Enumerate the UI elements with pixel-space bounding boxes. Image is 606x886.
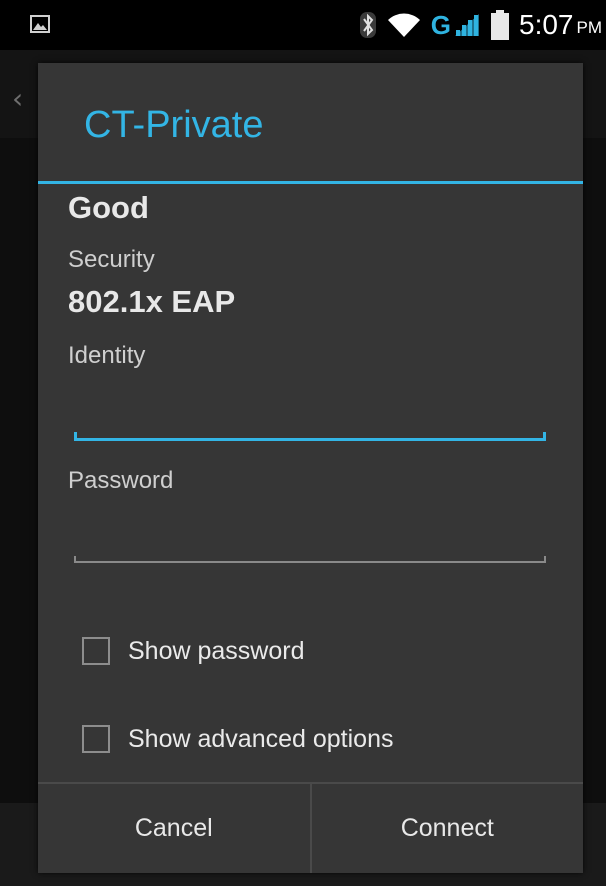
gallery-icon xyxy=(30,15,50,33)
screen: G 5:07 PM ‹ CT-Private Good Security 802… xyxy=(0,0,606,886)
signal-icon xyxy=(453,12,481,38)
clock-ampm: PM xyxy=(576,18,603,37)
network-type: G xyxy=(430,10,451,40)
cancel-button[interactable]: Cancel xyxy=(38,784,310,873)
signal-strength-value: Good xyxy=(68,190,149,225)
show-advanced-option[interactable]: Show advanced options xyxy=(82,721,393,757)
status-icons: G 5:07 PM xyxy=(349,0,602,50)
security-label: Security xyxy=(68,246,155,273)
dialog-button-bar: Cancel Connect xyxy=(38,782,583,873)
wifi-connect-dialog: CT-Private Good Security 802.1x EAP Iden… xyxy=(38,63,583,873)
show-password-checkbox[interactable] xyxy=(82,637,110,665)
show-advanced-checkbox[interactable] xyxy=(82,725,110,753)
password-label: Password xyxy=(68,467,174,494)
password-input[interactable] xyxy=(74,523,546,563)
show-advanced-label: Show advanced options xyxy=(128,724,394,753)
identity-input[interactable] xyxy=(74,398,546,438)
show-password-label: Show password xyxy=(128,636,305,665)
wifi-icon xyxy=(387,12,421,38)
battery-icon xyxy=(491,10,509,40)
back-chevron-icon: ‹ xyxy=(12,82,24,115)
clock-time: 5:07 xyxy=(519,9,574,40)
status-bar: G 5:07 PM xyxy=(0,0,606,50)
title-divider xyxy=(38,181,583,184)
identity-label: Identity xyxy=(68,342,146,369)
password-input-underline xyxy=(74,556,546,563)
dialog-title: CT-Private xyxy=(84,104,264,146)
show-password-option[interactable]: Show password xyxy=(82,633,304,669)
connect-button[interactable]: Connect xyxy=(312,784,584,873)
identity-input-underline xyxy=(74,432,546,441)
security-value: 802.1x EAP xyxy=(68,284,236,319)
bluetooth-icon xyxy=(359,11,377,39)
